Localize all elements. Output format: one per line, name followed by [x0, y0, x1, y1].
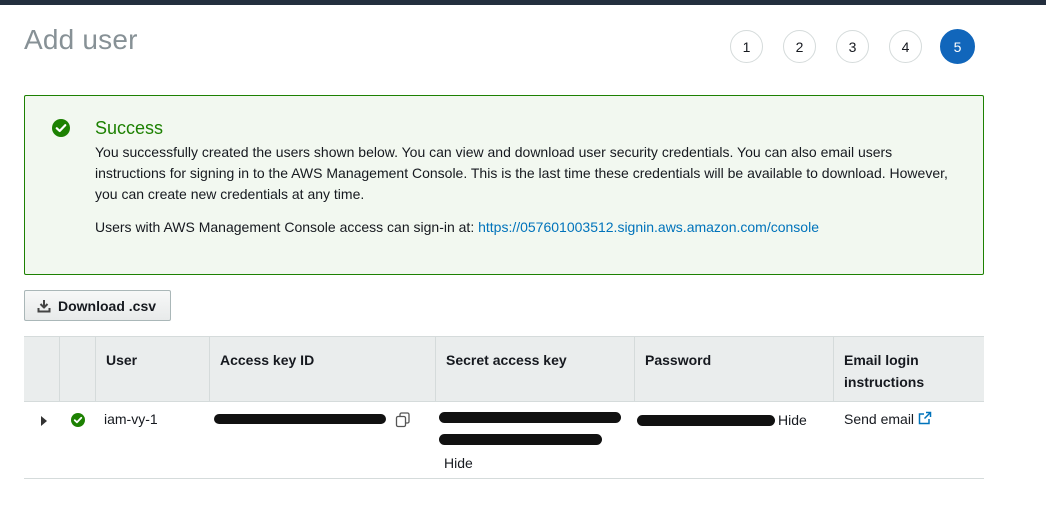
table-row: iam-vy-1 Hide Hide Send email [24, 402, 984, 479]
header-expand-col [24, 337, 59, 401]
access-key-id-redacted [214, 414, 386, 424]
alert-title: Success [95, 118, 164, 138]
send-email-label: Send email [844, 411, 915, 427]
expand-row-icon[interactable] [40, 416, 48, 426]
download-csv-button[interactable]: Download .csv [24, 290, 171, 321]
step-2[interactable]: 2 [783, 30, 816, 63]
copy-icon[interactable] [395, 412, 411, 428]
download-csv-label: Download .csv [58, 297, 157, 314]
header-access-key-id: Access key ID [209, 337, 435, 401]
send-email-link[interactable]: Send email [844, 411, 932, 427]
external-link-icon [918, 411, 932, 425]
alert-message: You successfully created the users shown… [95, 144, 948, 202]
secret-key-redacted-line-2 [439, 434, 602, 445]
check-circle-icon [52, 119, 70, 137]
header-email-login-instructions: Email login instructions [833, 337, 984, 401]
secret-key-hide-link[interactable]: Hide [444, 455, 473, 471]
step-3[interactable]: 3 [836, 30, 869, 63]
password-hide-link[interactable]: Hide [778, 412, 807, 428]
download-icon [37, 299, 51, 312]
signin-line: Users with AWS Management Console access… [95, 219, 819, 235]
header-password: Password [634, 337, 833, 401]
secret-key-redacted-line-1 [439, 412, 621, 423]
table-header: User Access key ID Secret access key Pas… [24, 336, 984, 402]
signin-label: Users with AWS Management Console access… [95, 219, 479, 235]
top-bar [0, 0, 1046, 5]
page-title: Add user [24, 24, 138, 55]
step-1[interactable]: 1 [730, 30, 763, 63]
header-secret-access-key: Secret access key [435, 337, 634, 401]
step-4[interactable]: 4 [889, 30, 922, 63]
step-5: 5 [940, 29, 975, 64]
user-name: iam-vy-1 [104, 411, 158, 427]
console-signin-link[interactable]: https://057601003512.signin.aws.amazon.c… [478, 219, 819, 235]
header-user: User [95, 337, 209, 401]
status-success-icon [71, 413, 85, 427]
password-redacted [637, 415, 775, 426]
success-alert: Success You successfully created the use… [24, 95, 984, 275]
header-status-col [59, 337, 95, 401]
